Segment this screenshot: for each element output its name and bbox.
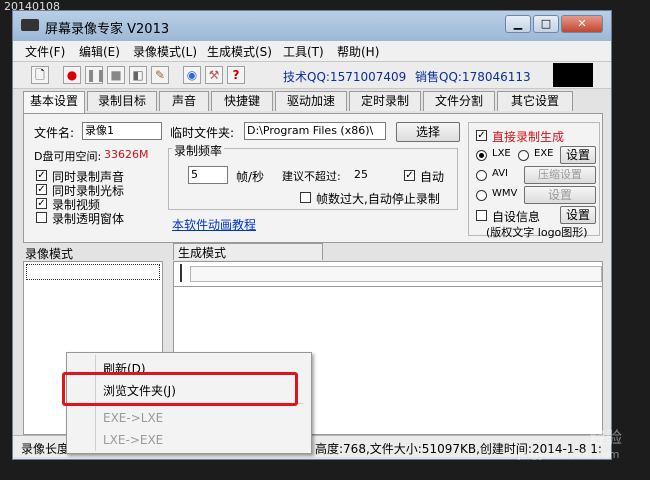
stop-icon[interactable]: ■ <box>107 66 125 84</box>
custom-info-checkbox[interactable] <box>476 210 487 221</box>
menu-file[interactable]: 文件(F) <box>25 43 65 60</box>
suggest-value: 25 <box>354 168 368 181</box>
tab-record-target[interactable]: 录制目标 <box>87 91 157 111</box>
tab-other[interactable]: 其它设置 <box>497 91 573 111</box>
tab-basic[interactable]: 基本设置 <box>23 91 85 113</box>
format-avi-label: AVI <box>492 168 508 179</box>
direct-generate-label: 直接录制生成 <box>492 130 565 144</box>
custom-info-settings-button[interactable]: 设置 <box>560 206 596 224</box>
fps-unit-label: 帧/秒 <box>236 170 265 184</box>
menu-bar: 文件(F) 编辑(E) 录像模式(L) 生成模式(S) 工具(T) 帮助(H) <box>13 41 611 61</box>
tab-driver[interactable]: 驱动加速 <box>275 91 347 111</box>
timeline-handle[interactable] <box>180 264 188 282</box>
highlight-box <box>62 372 298 406</box>
fps-input[interactable]: 5 <box>188 166 228 184</box>
disk-label: D盘可用空间: <box>34 150 102 163</box>
tempdir-label: 临时文件夹: <box>170 126 235 140</box>
overflow-stop-label: 帧数过大,自动停止录制 <box>316 192 440 206</box>
frequency-title: 录制频率 <box>172 142 225 159</box>
compress-settings-button[interactable]: 压缩设置 <box>524 166 596 184</box>
record-mode-label: 录像模式 <box>25 247 74 261</box>
tab-hotkey[interactable]: 快捷键 <box>211 91 273 111</box>
close-button[interactable]: ✕ <box>561 15 603 33</box>
record-transparent-label: 录制透明窗体 <box>52 212 125 226</box>
pause-icon[interactable]: ❚❚ <box>85 66 106 84</box>
list-item[interactable] <box>26 264 160 280</box>
menu-item-exe-to-lxe[interactable]: EXE->LXE <box>103 411 163 425</box>
menu-edit[interactable]: 编辑(E) <box>79 43 120 60</box>
maximize-button[interactable]: □ <box>533 15 559 33</box>
format-lxe-radio[interactable] <box>476 150 487 161</box>
help-icon[interactable]: ? <box>227 66 245 84</box>
menu-item-lxe-to-exe[interactable]: LXE->EXE <box>103 433 163 447</box>
tab-split[interactable]: 文件分割 <box>423 91 495 111</box>
format-lxe-label: LXE <box>492 148 511 159</box>
tab-timer[interactable]: 定时录制 <box>349 91 421 111</box>
tech-qq-text: 技术QQ:1571007409 <box>283 70 407 84</box>
timeline-slider[interactable] <box>190 266 602 282</box>
filename-input[interactable]: 录像1 <box>82 122 162 140</box>
globe-icon[interactable]: ◉ <box>183 66 201 84</box>
format-exe-radio[interactable] <box>518 150 529 161</box>
toolbar: 🗋 ● ❚❚ ■ ◧ ✎ ◉ ⚒ ? 技术QQ:1571007409 销售QQ:… <box>13 61 611 89</box>
watermark-url: jingyan.baidu.com <box>518 448 620 461</box>
new-file-icon[interactable]: 🗋 <box>31 66 49 84</box>
sales-qq-text: 销售QQ:178046113 <box>415 70 531 84</box>
format-wmv-label: WMV <box>492 188 518 199</box>
camera-icon[interactable]: ◧ <box>129 66 147 84</box>
auto-label: 自动 <box>420 170 445 184</box>
pen-icon[interactable]: ✎ <box>151 66 169 84</box>
record-video-checkbox[interactable]: ✓ <box>36 198 47 209</box>
browse-button[interactable]: 选择 <box>396 122 460 142</box>
status-left-text: 录像长度 <box>21 442 70 456</box>
tools-icon[interactable]: ⚒ <box>205 66 223 84</box>
record-sound-checkbox[interactable]: ✓ <box>36 170 47 181</box>
watermark-text: 经验 <box>590 428 623 447</box>
record-cursor-checkbox[interactable]: ✓ <box>36 184 47 195</box>
preview-box <box>553 63 593 87</box>
gen-mode-label: 生成模式 <box>178 246 227 260</box>
record-icon[interactable]: ● <box>63 66 81 84</box>
record-transparent-checkbox[interactable] <box>36 212 47 223</box>
custom-info-label: 自设信息 <box>492 210 541 224</box>
menu-tools[interactable]: 工具(T) <box>283 43 324 60</box>
format-exe-label: EXE <box>534 148 554 159</box>
basic-settings-panel: 文件名: 录像1 临时文件夹: D:\Program Files (x86)\ … <box>23 113 603 243</box>
wmv-settings-button[interactable]: 设置 <box>524 186 596 204</box>
tutorial-link[interactable]: 本软件动画教程 <box>172 216 256 233</box>
divider <box>174 286 602 287</box>
format-wmv-radio[interactable] <box>476 190 487 201</box>
minimize-button[interactable]: ▁ <box>505 15 531 33</box>
auto-checkbox[interactable]: ✓ <box>404 170 415 181</box>
disk-value: 33626M <box>104 148 149 161</box>
overflow-stop-checkbox[interactable] <box>300 192 311 203</box>
menu-help[interactable]: 帮助(H) <box>337 43 379 60</box>
tab-sound[interactable]: 声音 <box>159 91 209 111</box>
window-title: 屏幕录像专家 V2013 <box>45 22 170 37</box>
gen-mode-tab[interactable]: 生成模式 <box>173 243 323 260</box>
suggest-label: 建议不超过: <box>282 170 341 183</box>
copyright-label: (版权文字 logo图形) <box>486 226 588 239</box>
format-avi-radio[interactable] <box>476 170 487 181</box>
tempdir-input[interactable]: D:\Program Files (x86)\ <box>244 122 386 140</box>
lxe-settings-button[interactable]: 设置 <box>560 146 596 164</box>
direct-generate-checkbox[interactable]: ✓ <box>476 130 487 141</box>
settings-tabs: 基本设置 录制目标 声音 快捷键 驱动加速 定时录制 文件分割 其它设置 <box>23 91 603 113</box>
filename-label: 文件名: <box>34 126 75 140</box>
title-bar[interactable]: 屏幕录像专家 V2013 ▁ □ ✕ <box>13 11 611 41</box>
app-camera-icon <box>21 19 39 31</box>
menu-record-mode[interactable]: 录像模式(L) <box>133 43 197 60</box>
menu-generate-mode[interactable]: 生成模式(S) <box>207 43 272 60</box>
